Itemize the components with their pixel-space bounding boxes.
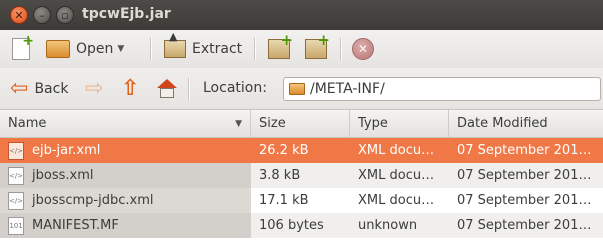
- date-cell: 07 September 201…: [457, 193, 592, 208]
- extract-label: Extract: [192, 41, 243, 57]
- name-cell: </> jbosscmp-jdbc.xml: [0, 188, 251, 213]
- file-list: Name ▼ Size Type Date Modified </> ejb-j…: [0, 110, 603, 245]
- locbar-separator: [188, 78, 190, 100]
- table-row[interactable]: </> jbosscmp-jdbc.xml 17.1 kB XML docu… …: [0, 188, 603, 213]
- home-button[interactable]: [156, 76, 178, 102]
- file-name: jboss.xml: [32, 168, 94, 183]
- name-cell: 101 MANIFEST.MF: [0, 213, 251, 238]
- minimize-window-button[interactable]: –: [33, 6, 51, 24]
- toolbar-separator: [340, 38, 342, 60]
- arrow-up-icon: ⇧: [121, 76, 140, 101]
- close-window-button[interactable]: ✕: [10, 6, 28, 24]
- folder-open-icon: [46, 40, 70, 58]
- arrow-right-icon: ⇨: [85, 76, 104, 101]
- column-label: Date Modified: [457, 116, 548, 131]
- date-cell: 07 September 201…: [457, 218, 592, 233]
- extract-icon: [164, 30, 186, 58]
- column-header-size[interactable]: Size: [251, 110, 350, 137]
- column-label: Name: [8, 116, 47, 131]
- forward-button[interactable]: ⇨: [85, 76, 103, 102]
- binary-file-icon: 101: [8, 216, 24, 235]
- home-icon: [156, 79, 178, 99]
- date-cell: 07 September 201…: [457, 143, 592, 158]
- date-cell: 07 September 201…: [457, 168, 592, 183]
- open-label: Open: [76, 41, 114, 57]
- add-folder-icon: [305, 31, 330, 59]
- window-title: tpcwEjb.jar: [82, 6, 171, 22]
- title-bar[interactable]: ✕ – ▫ tpcwEjb.jar: [0, 0, 603, 30]
- size-cell: 3.8 kB: [259, 168, 301, 183]
- type-cell: XML docu…: [358, 143, 435, 158]
- location-value: /META-INF/: [310, 81, 385, 97]
- table-row[interactable]: </> ejb-jar.xml 26.2 kB XML docu… 07 Sep…: [0, 138, 603, 163]
- xml-file-icon: </>: [8, 191, 24, 210]
- stop-icon: ✕: [352, 38, 374, 60]
- maximize-window-button[interactable]: ▫: [56, 6, 74, 24]
- xml-file-icon: </>: [8, 141, 24, 160]
- toolbar-separator: [254, 38, 256, 60]
- back-label: Back: [34, 81, 69, 97]
- xml-file-icon: </>: [8, 166, 24, 185]
- table-row[interactable]: 101 MANIFEST.MF 106 bytes unknown 07 Sep…: [0, 213, 603, 238]
- location-bar: ⇦ Back ⇨ ⇧ Location: /META-INF/: [0, 68, 603, 110]
- location-input[interactable]: /META-INF/: [283, 77, 601, 101]
- add-folder-button[interactable]: [305, 31, 330, 64]
- stop-button[interactable]: ✕: [352, 34, 374, 64]
- extract-button[interactable]: Extract: [164, 30, 243, 64]
- file-name: ejb-jar.xml: [32, 143, 101, 158]
- back-button[interactable]: ⇦ Back: [10, 76, 68, 102]
- type-cell: XML docu…: [358, 193, 435, 208]
- column-label: Type: [358, 116, 388, 131]
- open-button[interactable]: Open ▼: [46, 34, 124, 64]
- arrow-left-icon: ⇦: [10, 76, 29, 101]
- add-files-icon: [268, 31, 293, 59]
- type-cell: XML docu…: [358, 168, 435, 183]
- column-header-type[interactable]: Type: [350, 110, 449, 137]
- name-cell: </> jboss.xml: [0, 163, 251, 188]
- new-file-icon: [12, 33, 34, 60]
- file-name: jbosscmp-jdbc.xml: [32, 193, 154, 208]
- chevron-down-icon[interactable]: ▼: [117, 44, 124, 54]
- location-label: Location:: [203, 80, 267, 96]
- new-archive-button[interactable]: [12, 33, 34, 64]
- sort-descending-icon: ▼: [235, 119, 242, 129]
- archive-manager-window: ✕ – ▫ tpcwEjb.jar Open ▼ Extract ✕: [0, 0, 603, 245]
- size-cell: 26.2 kB: [259, 143, 309, 158]
- name-cell: </> ejb-jar.xml: [0, 138, 251, 163]
- table-row[interactable]: </> jboss.xml 3.8 kB XML docu… 07 Septem…: [0, 163, 603, 188]
- column-header-name[interactable]: Name ▼: [0, 110, 251, 137]
- size-cell: 106 bytes: [259, 218, 324, 233]
- column-header-date-modified[interactable]: Date Modified: [449, 110, 603, 137]
- size-cell: 17.1 kB: [259, 193, 309, 208]
- column-label: Size: [259, 116, 286, 131]
- folder-icon: [289, 83, 305, 95]
- add-files-button[interactable]: [268, 31, 293, 64]
- type-cell: unknown: [358, 218, 418, 233]
- table-header: Name ▼ Size Type Date Modified: [0, 110, 603, 138]
- toolbar: Open ▼ Extract ✕: [0, 30, 603, 68]
- file-name: MANIFEST.MF: [32, 218, 119, 233]
- up-button[interactable]: ⇧: [121, 76, 139, 102]
- toolbar-separator: [150, 38, 152, 60]
